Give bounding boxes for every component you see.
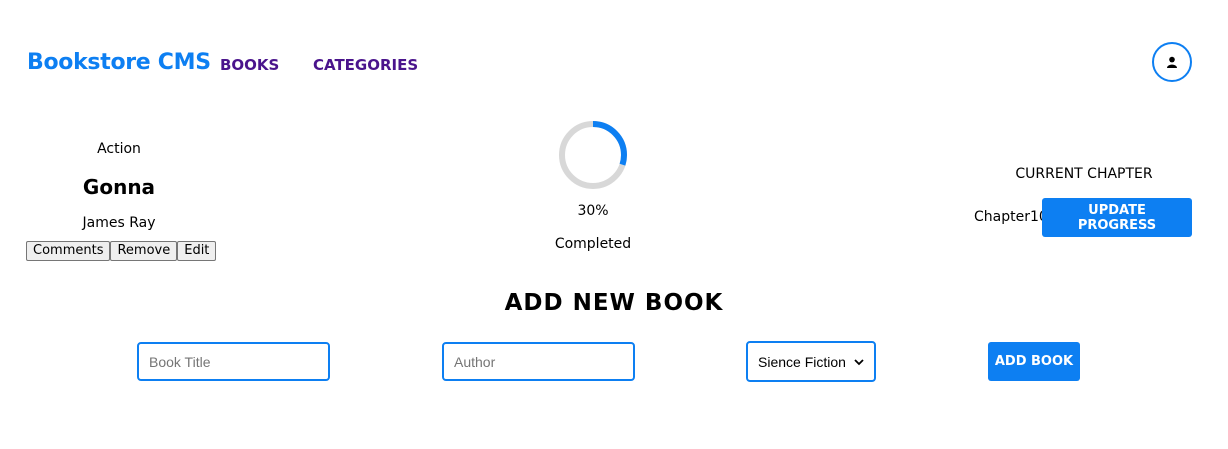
completed-label: Completed	[554, 236, 632, 252]
book-author: James Ray	[82, 215, 156, 231]
progress-ring	[556, 118, 630, 196]
edit-button[interactable]: Edit	[177, 241, 217, 261]
category-selected-value: Sience Fiction	[758, 353, 846, 370]
author-input[interactable]	[442, 342, 635, 381]
book-genre: Action	[97, 141, 141, 157]
book-info: Action Gonna James Ray	[26, 138, 212, 231]
nav-categories[interactable]: CATEGORIES	[313, 56, 418, 74]
add-book-button[interactable]: ADD BOOK	[988, 342, 1080, 381]
chevron-down-icon	[854, 358, 864, 365]
user-icon	[1167, 56, 1177, 68]
book-actions: Comments Remove Edit	[26, 241, 217, 261]
current-chapter-value: Chapter10	[974, 209, 1048, 225]
brand-logo[interactable]: Bookstore CMS	[27, 50, 211, 75]
book-title: Gonna	[82, 175, 156, 199]
update-progress-button[interactable]: UPDATE PROGRESS	[1042, 198, 1192, 237]
progress-percent: 30%	[577, 203, 609, 219]
remove-button[interactable]: Remove	[110, 241, 178, 261]
book-title-input[interactable]	[137, 342, 330, 381]
comments-button[interactable]: Comments	[26, 241, 111, 261]
category-select[interactable]: Sience Fiction	[746, 341, 876, 382]
form-heading: ADD NEW BOOK	[504, 290, 724, 316]
user-avatar-button[interactable]	[1152, 42, 1192, 82]
nav-books[interactable]: BOOKS	[220, 56, 279, 74]
current-chapter-label: CURRENT CHAPTER	[1015, 166, 1153, 182]
